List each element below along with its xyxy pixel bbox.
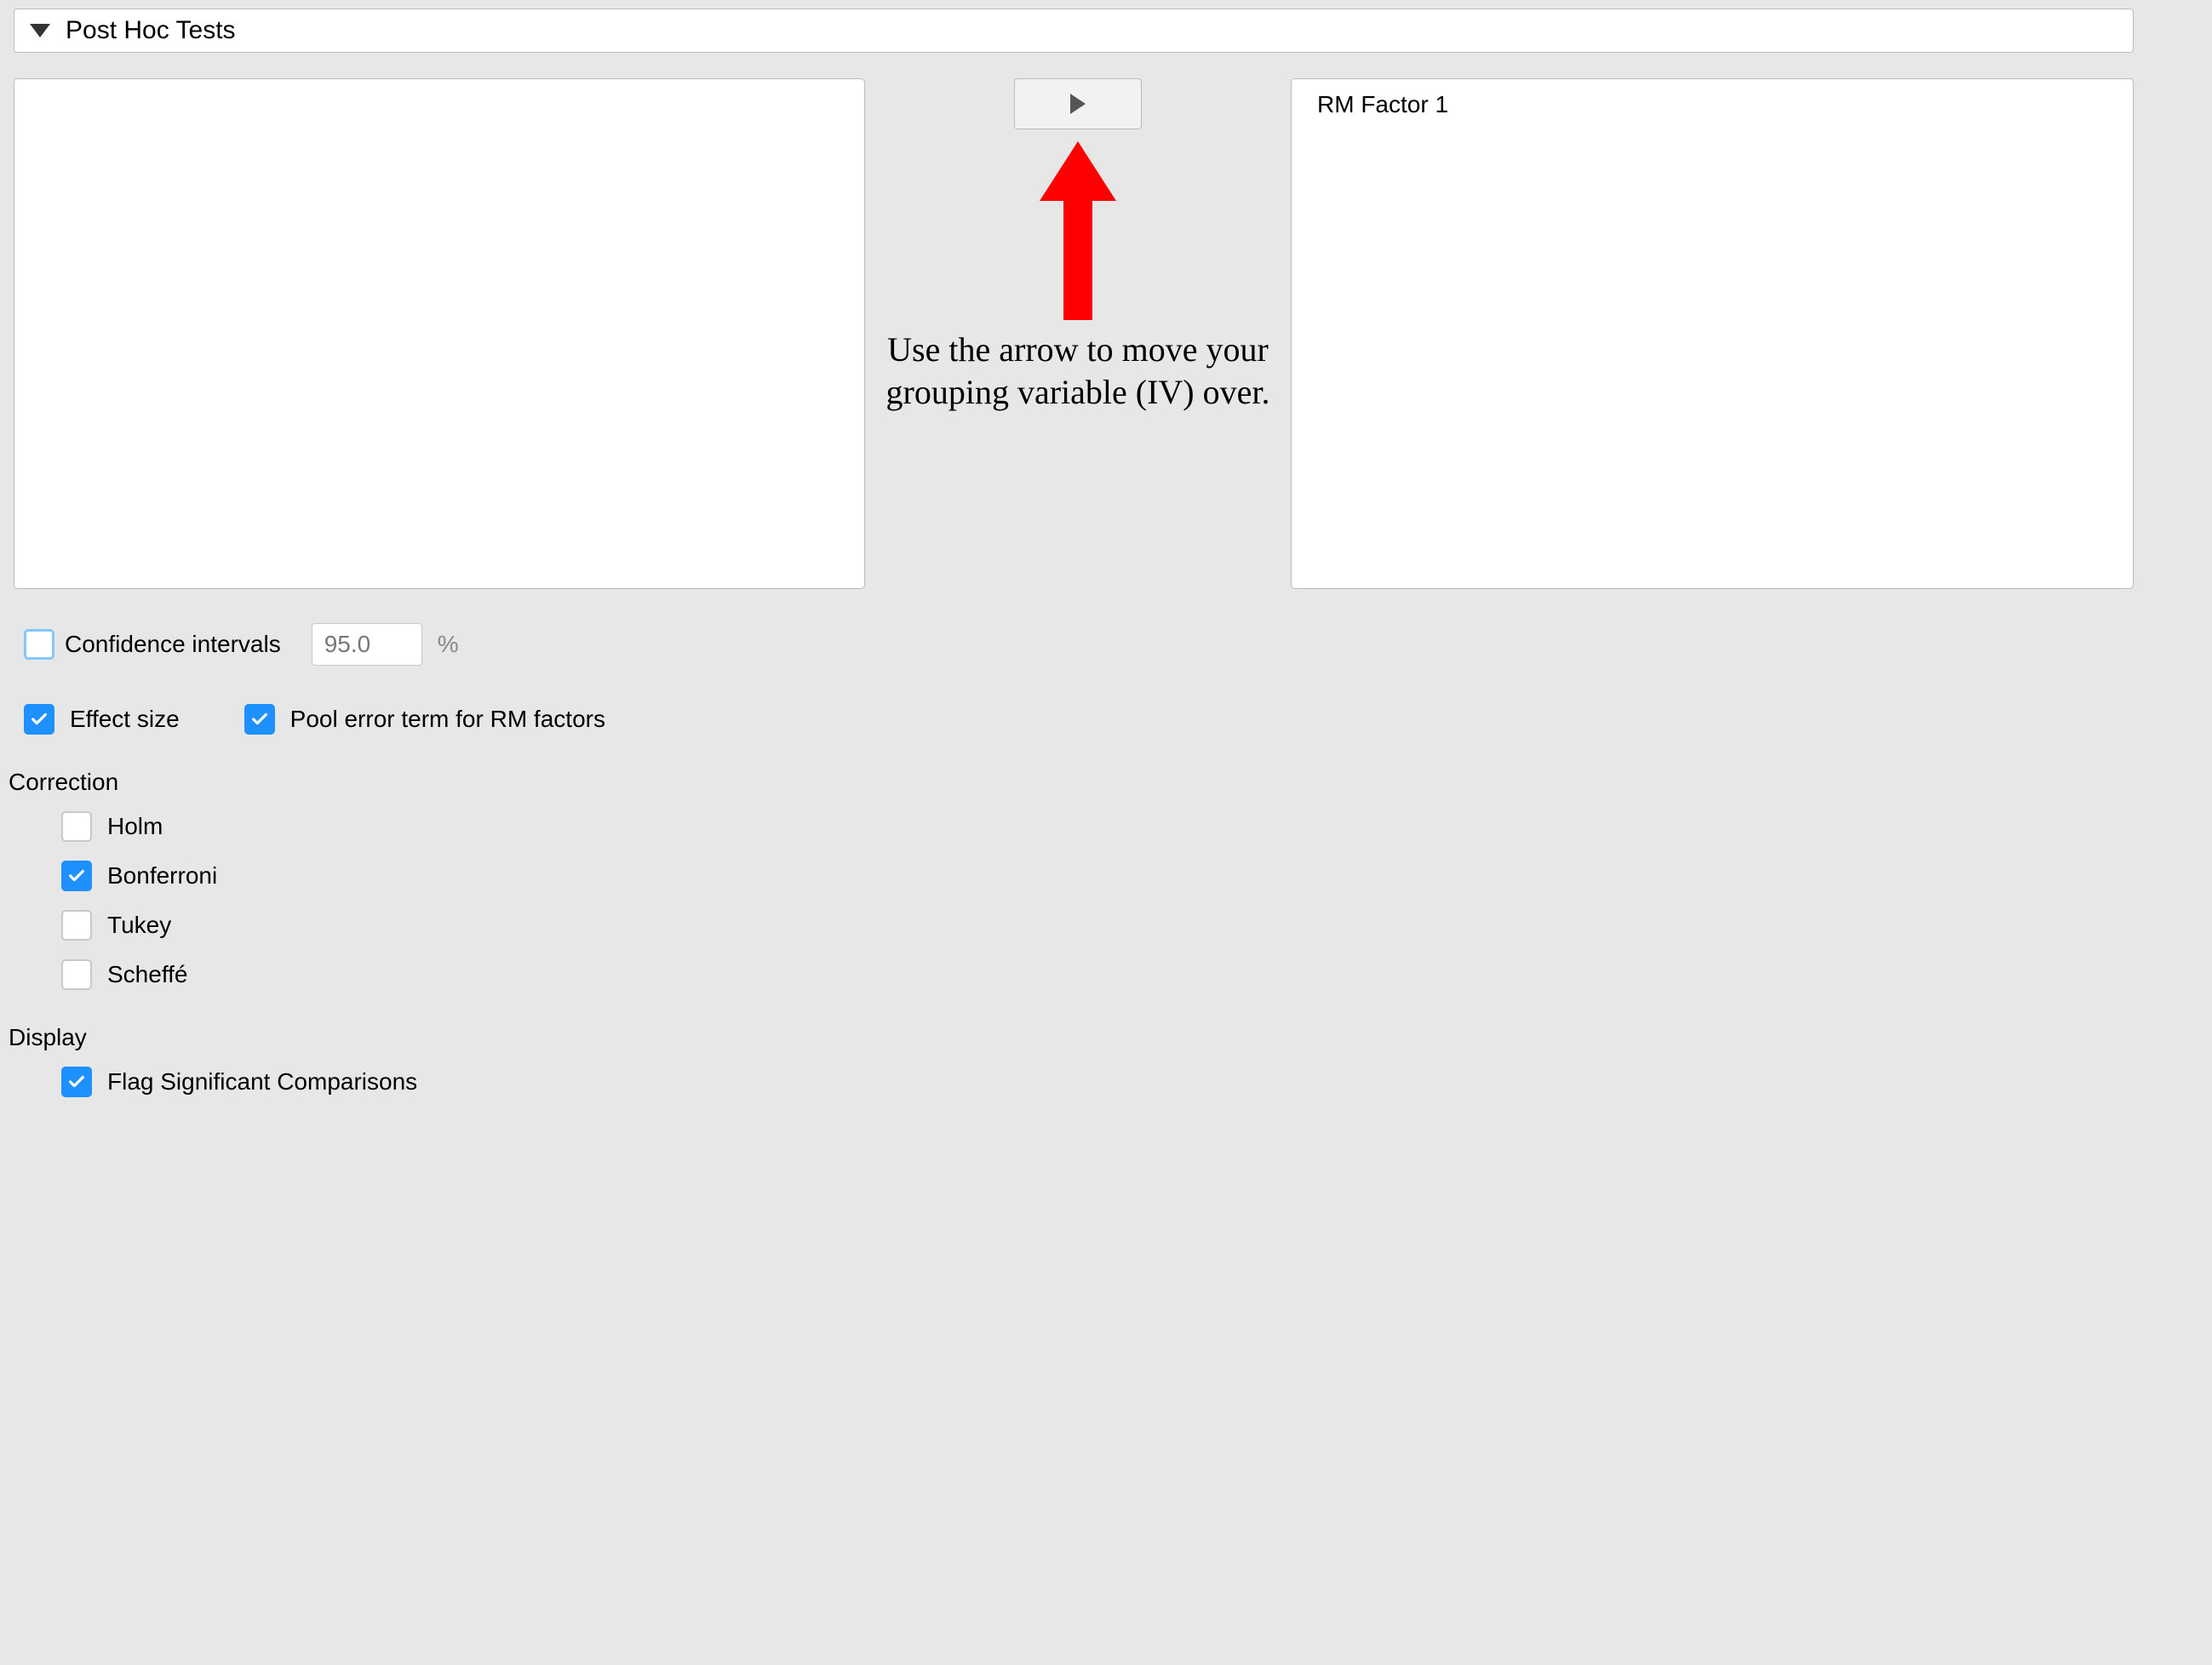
arrow-right-icon [1070,94,1086,114]
display-heading: Display [9,1024,2203,1051]
check-icon [30,710,49,729]
panel-title: Post Hoc Tests [66,16,236,45]
flag-row: Flag Significant Comparisons [61,1067,2203,1097]
flag-significant-checkbox[interactable] [61,1067,92,1097]
selected-variables-list[interactable]: RM Factor 1 [1291,78,2134,589]
confidence-intervals-checkbox[interactable] [24,629,54,660]
available-variables-list[interactable] [14,78,865,589]
correction-heading: Correction [9,769,2203,796]
pool-error-label: Pool error term for RM factors [290,706,605,733]
effect-size-label: Effect size [70,706,180,733]
annotation-text: Use the arrow to move your grouping vari… [882,329,1274,414]
flag-significant-label: Flag Significant Comparisons [107,1068,417,1096]
scheffe-label: Scheffé [107,961,187,988]
bonferroni-row: Bonferroni [61,861,2203,891]
holm-checkbox[interactable] [61,811,92,842]
confidence-intervals-label: Confidence intervals [65,631,281,658]
holm-label: Holm [107,813,163,840]
list-item[interactable]: RM Factor 1 [1317,91,2107,118]
scheffe-checkbox[interactable] [61,959,92,990]
scheffe-row: Scheffé [61,959,2203,990]
transfer-center: Use the arrow to move your grouping vari… [865,78,1291,414]
effect-size-row: Effect size Pool error term for RM facto… [24,704,2203,735]
bonferroni-checkbox[interactable] [61,861,92,891]
tukey-label: Tukey [107,912,171,939]
effect-size-checkbox[interactable] [24,704,54,735]
check-icon [250,710,269,729]
tukey-row: Tukey [61,910,2203,941]
bonferroni-label: Bonferroni [107,862,217,890]
post-hoc-header[interactable]: Post Hoc Tests [14,9,2134,53]
annotation-arrow-icon [1040,141,1116,320]
confidence-level-input[interactable] [312,623,422,666]
pool-error-checkbox[interactable] [244,704,275,735]
move-right-button[interactable] [1014,78,1142,129]
collapse-icon [30,24,50,37]
check-icon [67,1073,86,1091]
percent-label: % [438,631,459,658]
tukey-checkbox[interactable] [61,910,92,941]
holm-row: Holm [61,811,2203,842]
transfer-row: Use the arrow to move your grouping vari… [14,78,2203,589]
check-icon [67,867,86,885]
confidence-intervals-row: Confidence intervals % [24,623,2203,666]
